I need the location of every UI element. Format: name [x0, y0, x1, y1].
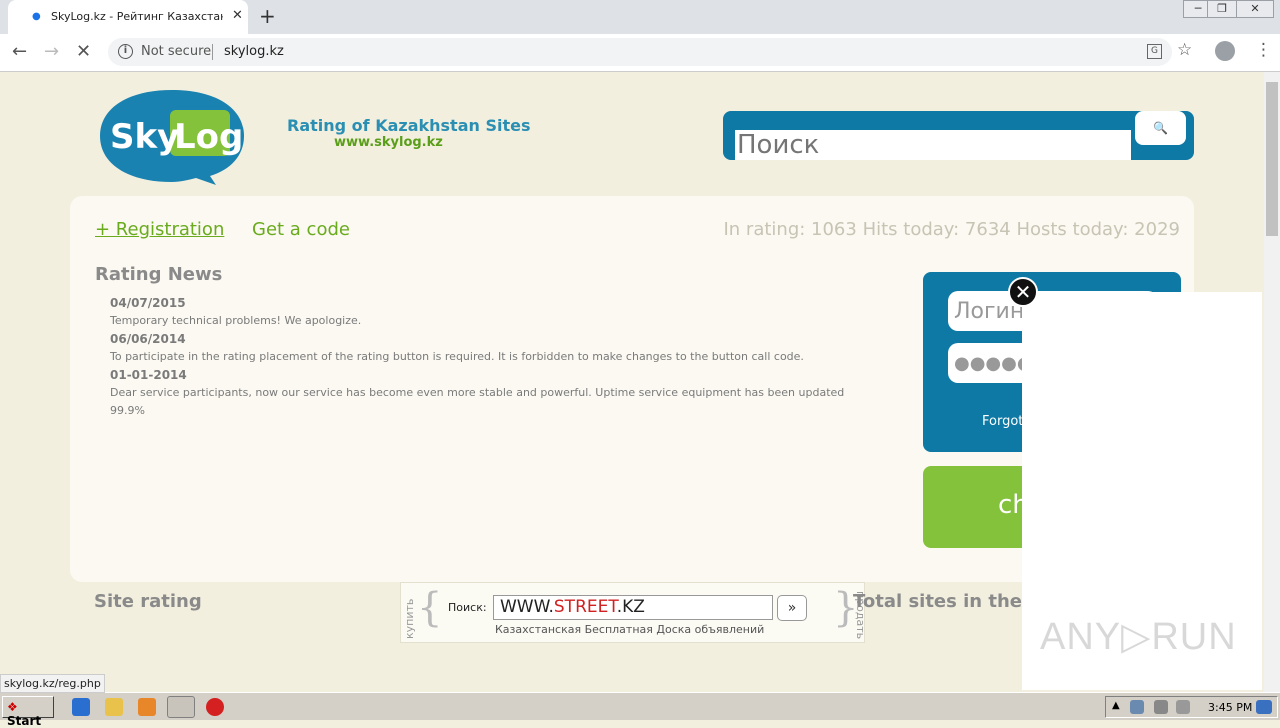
scrollbar-thumb[interactable]	[1266, 82, 1278, 236]
show-desktop-icon[interactable]	[1256, 700, 1272, 714]
menu-kebab-icon[interactable]: ⋮	[1255, 40, 1272, 60]
search-input[interactable]	[735, 130, 1131, 160]
news-heading: Rating News	[95, 264, 223, 285]
ad-search-go-button[interactable]: »	[777, 595, 807, 621]
clock: 3:45 PM	[1208, 701, 1253, 714]
tab-title: SkyLog.kz - Рейтинг Казахстански	[51, 10, 223, 23]
ad-search-label: Поиск:	[448, 601, 487, 614]
chrome-taskbar-button[interactable]	[167, 696, 195, 718]
logo-sky-text: Sky	[110, 117, 179, 157]
close-popup-icon[interactable]: ✕	[1008, 277, 1038, 307]
anyrun-watermark: ANY▷RUN	[1040, 616, 1237, 658]
ad-street: STREET	[553, 597, 617, 617]
loading-dot-icon: ●	[32, 11, 41, 22]
omnibox-divider	[212, 44, 213, 60]
ie-icon[interactable]	[72, 698, 90, 716]
start-label: Start	[7, 714, 42, 728]
news-text: To participate in the rating placement o…	[110, 350, 804, 363]
translate-icon[interactable]: G	[1147, 44, 1162, 59]
back-icon[interactable]: ←	[12, 41, 27, 62]
status-bar-url: skylog.kz/reg.php	[0, 674, 105, 693]
flag-icon[interactable]	[1176, 700, 1190, 714]
left-brace: {	[417, 585, 443, 631]
total-sites-heading: Total sites in the c	[853, 591, 1039, 612]
tray-arrow-icon[interactable]: ▲	[1112, 700, 1124, 714]
search-box: 🔍	[723, 111, 1194, 160]
system-tray: ▲ 3:45 PM	[1105, 696, 1278, 718]
restore-icon[interactable]: ❐	[1207, 0, 1237, 18]
news-list: 04/07/2015 Temporary technical problems!…	[110, 294, 850, 420]
site-rating-heading: Site rating	[94, 591, 202, 612]
bookmark-star-icon[interactable]: ☆	[1177, 40, 1192, 60]
news-date: 04/07/2015	[110, 296, 186, 310]
folder-icon[interactable]	[105, 698, 123, 716]
street-kz-ad-banner: купить { Поиск: WWW.STREET.KZ » Казахста…	[400, 582, 867, 643]
forgot-password-link[interactable]: Forgot	[982, 414, 1023, 429]
news-text: Temporary technical problems! We apologi…	[110, 314, 362, 327]
rating-stats: In rating: 1063 Hits today: 7634 Hosts t…	[723, 219, 1180, 240]
ad-kz: .KZ	[616, 597, 645, 617]
skylog-logo[interactable]: Sky Log	[98, 86, 246, 186]
close-tab-icon[interactable]: ✕	[232, 8, 243, 23]
site-tagline: Rating of Kazakhstan Sites	[287, 116, 531, 135]
ad-search-input[interactable]: WWW.STREET.KZ	[493, 595, 773, 620]
security-label: Not secure	[141, 44, 212, 59]
profile-avatar-icon[interactable]	[1215, 41, 1235, 61]
news-date: 06/06/2014	[110, 332, 186, 346]
windows-taskbar: ❖ Start ▲ 3:45 PM	[0, 692, 1280, 728]
network-icon[interactable]	[1130, 700, 1144, 714]
news-text: Dear service participants, now our servi…	[110, 386, 845, 417]
windows-logo-icon: ❖	[7, 700, 18, 714]
opera-icon[interactable]	[206, 698, 224, 716]
start-button[interactable]: ❖ Start	[2, 696, 54, 728]
browser-tab-strip: ● SkyLog.kz - Рейтинг Казахстански ✕ + ─…	[0, 0, 1280, 34]
url-text[interactable]: skylog.kz	[224, 44, 284, 59]
news-date: 01-01-2014	[110, 368, 187, 382]
vertical-scrollbar[interactable]	[1264, 72, 1280, 692]
ad-description: Казахстанская Бесплатная Доска объявлени…	[495, 623, 765, 636]
close-window-icon[interactable]: ✕	[1236, 0, 1274, 18]
forward-icon[interactable]: →	[44, 41, 59, 62]
browser-tab[interactable]: ● SkyLog.kz - Рейтинг Казахстански ✕	[8, 0, 248, 34]
registration-link[interactable]: + Registration	[95, 219, 224, 240]
site-domain: www.skylog.kz	[334, 135, 443, 150]
search-button[interactable]: 🔍	[1135, 111, 1186, 145]
media-player-icon[interactable]	[138, 698, 156, 716]
info-icon[interactable]: i	[118, 44, 133, 59]
ad-www: WWW.	[500, 597, 554, 617]
omnibox[interactable]: i Not secure skylog.kz	[108, 38, 1172, 66]
new-tab-icon[interactable]: +	[259, 4, 276, 28]
volume-icon[interactable]	[1154, 700, 1168, 714]
get-code-link[interactable]: Get a code	[252, 219, 350, 240]
logo-log-text: Log	[174, 117, 243, 157]
search-icon: 🔍	[1153, 121, 1168, 135]
stop-loading-icon[interactable]: ✕	[76, 41, 91, 62]
